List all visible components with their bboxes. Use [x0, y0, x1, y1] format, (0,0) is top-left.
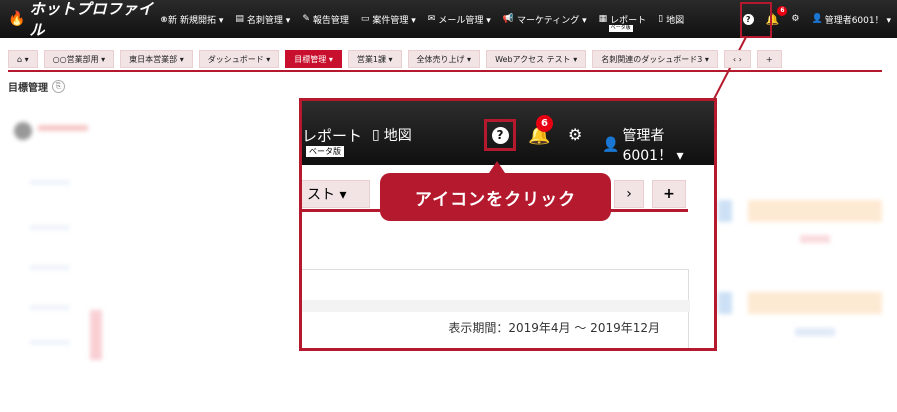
nav-mail-management[interactable]: ✉ メール管理 ▾ — [428, 13, 491, 26]
tab-add-button[interactable]: + — [756, 50, 782, 68]
zoom-help-highlight: ? — [484, 119, 516, 151]
tab-east-japan[interactable]: 東日本営業部 ▾ — [120, 50, 193, 68]
briefcase-icon: ▭ — [360, 14, 370, 24]
zoom-beta-badge: ベータ版 — [306, 146, 344, 157]
page-title: 目標管理 ⎘ — [8, 79, 65, 94]
prospecting-icon: 新 — [168, 15, 178, 26]
map-icon: ▯ — [372, 127, 380, 143]
tab-web-access-test[interactable]: Webアクセス テスト ▾ — [486, 50, 587, 68]
mail-icon: ✉ — [427, 14, 436, 24]
brand-logo[interactable]: 🔥 ホットプロファイル ® — [0, 0, 168, 40]
megaphone-icon: 📢 — [502, 14, 514, 24]
avatar — [14, 122, 32, 140]
tab-home[interactable]: ⌂ ▾ — [8, 50, 38, 68]
user-icon: 👤 — [811, 14, 823, 24]
display-period: 表示期間：2019年4月 ～ 2019年12月 — [448, 321, 660, 335]
tab-overall-sales[interactable]: 全体売り上げ ▾ — [407, 50, 481, 68]
zoom-nav-map[interactable]: ▯ 地図 — [372, 125, 412, 145]
edit-icon: ✎ — [302, 14, 310, 24]
user-menu[interactable]: 👤 管理者6001！ ▾ — [602, 125, 714, 165]
nav-marketing[interactable]: 📢 マーケティング ▾ — [503, 13, 587, 26]
tab-underline — [8, 70, 882, 72]
tab-scroll-arrows[interactable]: ‹ › — [723, 50, 751, 68]
user-menu[interactable]: 👤 管理者6001！ ▾ — [811, 13, 891, 26]
nav-map[interactable]: ▯ 地図 — [658, 13, 684, 26]
map-icon: ▯ — [658, 14, 664, 24]
flame-icon: 🔥 — [8, 11, 26, 27]
notification-badge: 6 — [536, 115, 553, 132]
card-header-strip — [302, 300, 690, 312]
tab-goal-management[interactable]: 目標管理 ▾ — [285, 50, 342, 68]
zoom-panel: レポート ベータ版 ▯ 地図 ? 🔔 6 ⚙ 👤 管理者6001！ ▾ スト ▾ ›… — [299, 98, 717, 351]
callout-pointer — [489, 161, 505, 173]
notification-badge: 6 — [777, 5, 788, 16]
report-icon: ▦ — [598, 14, 608, 24]
copy-icon[interactable]: ⎘ — [52, 80, 65, 93]
help-icon[interactable]: ? — [491, 126, 509, 144]
beta-badge: ベータ版 — [608, 24, 633, 32]
zoom-tab-next[interactable]: › — [614, 180, 644, 208]
dashboard-tabs: ⌂ ▾ ○○営業部用 ▾ 東日本営業部 ▾ ダッシュボード ▾ 目標管理 ▾ 営… — [8, 50, 882, 70]
nav-deal-management[interactable]: ▭ 案件管理 ▾ — [361, 13, 416, 26]
help-highlight-box — [740, 2, 772, 38]
tab-sales-dept[interactable]: ○○営業部用 ▾ — [43, 50, 115, 68]
zoom-navbar: レポート ベータ版 ▯ 地図 ? 🔔 6 ⚙ 👤 管理者6001！ ▾ — [302, 101, 714, 165]
tab-dashboard[interactable]: ダッシュボード ▾ — [198, 50, 280, 68]
zoom-nav-report[interactable]: レポート — [302, 125, 362, 146]
card-icon: ▤ — [235, 14, 244, 24]
zoom-tab-web-test[interactable]: スト ▾ — [302, 180, 370, 208]
nav-new-prospecting[interactable]: 新新規開拓 ▾ — [168, 13, 223, 26]
gear-icon[interactable]: ⚙ — [568, 125, 582, 144]
user-icon: 👤 — [602, 137, 620, 153]
zoom-content-card: 表示期間：2019年4月 ～ 2019年12月 — [302, 269, 690, 348]
zoom-tab-add[interactable]: + — [652, 180, 686, 208]
tab-card-dashboard-3[interactable]: 名刺関連のダッシュボード3 ▾ — [592, 50, 718, 68]
nav-report[interactable]: ▦ レポート ベータ版 — [598, 13, 646, 32]
main-menu: 新新規開拓 ▾ ▤ 名刺管理 ▾ ✎ 報告管理 ▭ 案件管理 ▾ ✉ メール管理 ▾ 📢… — [168, 13, 684, 32]
nav-report-management[interactable]: ✎ 報告管理 — [302, 13, 349, 26]
nav-business-card[interactable]: ▤ 名刺管理 ▾ — [235, 13, 290, 26]
gear-icon[interactable]: ⚙ — [791, 14, 799, 24]
instruction-callout: アイコンをクリック — [380, 173, 611, 221]
tab-sales-section-1[interactable]: 営業1課 ▾ — [347, 50, 402, 68]
